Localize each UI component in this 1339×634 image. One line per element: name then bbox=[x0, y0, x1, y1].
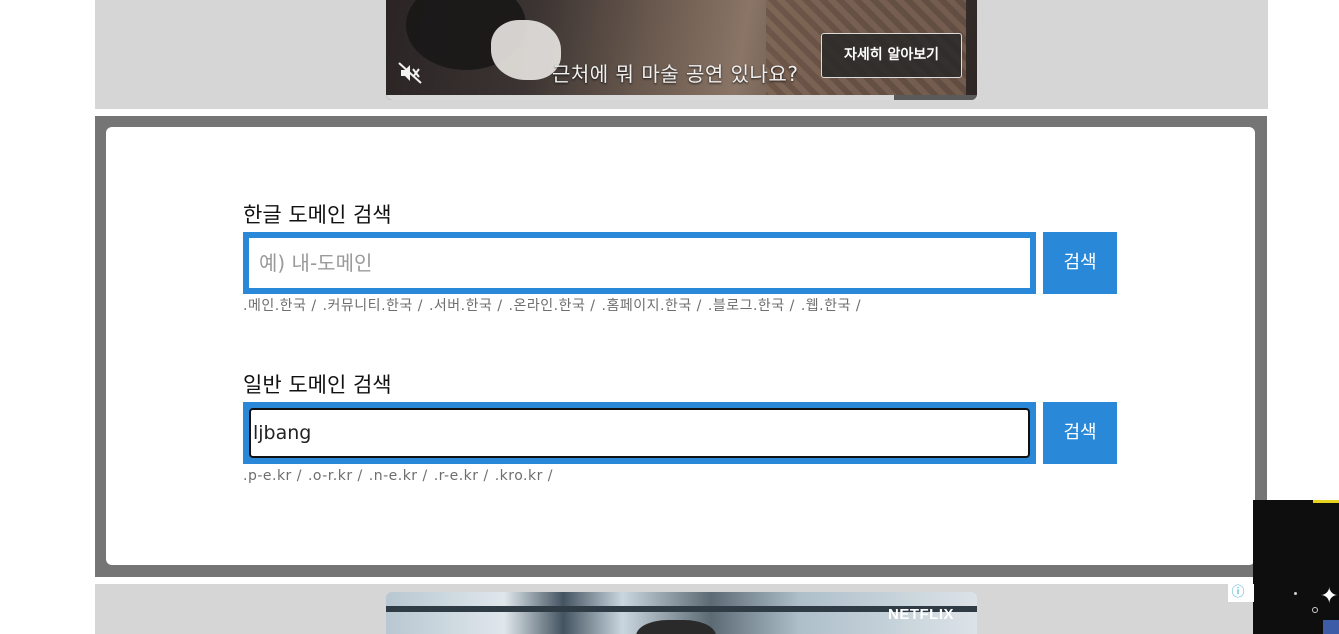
korean-tld-item[interactable]: .웹.한국 / bbox=[801, 298, 861, 314]
ad-video-frame-shape bbox=[491, 20, 561, 80]
netflix-logo: NETFLIX bbox=[888, 606, 954, 623]
general-tld-item[interactable]: .n-e.kr / bbox=[369, 468, 428, 484]
sparkle-dot bbox=[1294, 592, 1297, 595]
korean-tld-list: .메인.한국 / .커뮤니티.한국 / .서버.한국 / .온라인.한국 / .홈페이지… bbox=[243, 297, 1123, 315]
video-progress-bar[interactable] bbox=[386, 95, 977, 100]
korean-tld-item[interactable]: .온라인.한국 / bbox=[509, 298, 596, 314]
korean-tld-item[interactable]: .메인.한국 / bbox=[243, 298, 317, 314]
domain-search-section: 한글 도메인 검색 검색 .메인.한국 / .커뮤니티.한국 / .서버.한국 /.… bbox=[95, 116, 1267, 577]
korean-tld-item[interactable]: .서버.한국 / bbox=[429, 298, 503, 314]
learn-more-button[interactable]: 자세히 알아보기 bbox=[821, 33, 962, 78]
general-tld-item[interactable]: .o-r.kr / bbox=[308, 468, 363, 484]
bottom-video-ad[interactable]: NETFLIX bbox=[386, 592, 977, 634]
sparkle-icon: ✦ bbox=[1320, 584, 1339, 609]
info-icon[interactable]: ⓘ bbox=[1228, 584, 1248, 602]
korean-search-row: 검색 bbox=[243, 232, 1123, 294]
korean-domain-input[interactable] bbox=[249, 238, 1030, 288]
side-ad-widget[interactable]: ✦ bbox=[1253, 500, 1339, 634]
general-tld-item[interactable]: .r-e.kr / bbox=[434, 468, 489, 484]
video-progress-fill bbox=[386, 95, 895, 100]
bottom-ad-band: NETFLIX bbox=[95, 584, 1268, 634]
korean-domain-search-form: 한글 도메인 검색 검색 .메인.한국 / .커뮤니티.한국 / .서버.한국 /.… bbox=[243, 201, 1123, 315]
general-domain-input[interactable] bbox=[249, 408, 1030, 458]
korean-tld-item[interactable]: .홈페이지.한국 / bbox=[602, 298, 702, 314]
korean-tld-item[interactable]: .블로그.한국 / bbox=[708, 298, 795, 314]
domain-search-card: 한글 도메인 검색 검색 .메인.한국 / .커뮤니티.한국 / .서버.한국 /.… bbox=[106, 127, 1255, 565]
speaker-muted-icon[interactable] bbox=[398, 62, 422, 84]
sparkle-dot bbox=[1312, 607, 1318, 613]
general-tld-item[interactable]: .p-e.kr / bbox=[243, 468, 302, 484]
widget-accent bbox=[1313, 500, 1339, 503]
ad-choices-edge[interactable] bbox=[1248, 584, 1254, 602]
general-domain-search-title: 일반 도메인 검색 bbox=[243, 373, 392, 397]
korean-domain-search-title: 한글 도메인 검색 bbox=[243, 203, 392, 227]
widget-shape bbox=[1323, 620, 1339, 634]
korean-search-input-frame bbox=[243, 232, 1036, 294]
general-search-input-frame bbox=[243, 402, 1036, 464]
ad-video-frame-shape bbox=[636, 620, 716, 634]
general-search-row: 검색 bbox=[243, 402, 1123, 464]
general-tld-item[interactable]: .kro.kr / bbox=[495, 468, 553, 484]
korean-search-button[interactable]: 검색 bbox=[1043, 232, 1117, 294]
page: 근처에 뭐 마술 공연 있나요? 자세히 알아보기 한글 도메인 검색 검색 .… bbox=[0, 0, 1339, 634]
top-video-ad[interactable]: 근처에 뭐 마술 공연 있나요? 자세히 알아보기 bbox=[386, 0, 977, 100]
general-tld-list: .p-e.kr / .o-r.kr / .n-e.kr / .r-e.kr / .kro… bbox=[243, 467, 1123, 485]
korean-tld-item[interactable]: .커뮤니티.한국 / bbox=[323, 298, 423, 314]
ad-caption: 근처에 뭐 마술 공연 있나요? bbox=[552, 62, 799, 86]
general-domain-search-form: 일반 도메인 검색 검색 .p-e.kr / .o-r.kr / .n-e.kr /… bbox=[243, 371, 1123, 485]
general-search-button[interactable]: 검색 bbox=[1043, 402, 1117, 464]
top-ad-band: 근처에 뭐 마술 공연 있나요? 자세히 알아보기 bbox=[95, 0, 1268, 109]
